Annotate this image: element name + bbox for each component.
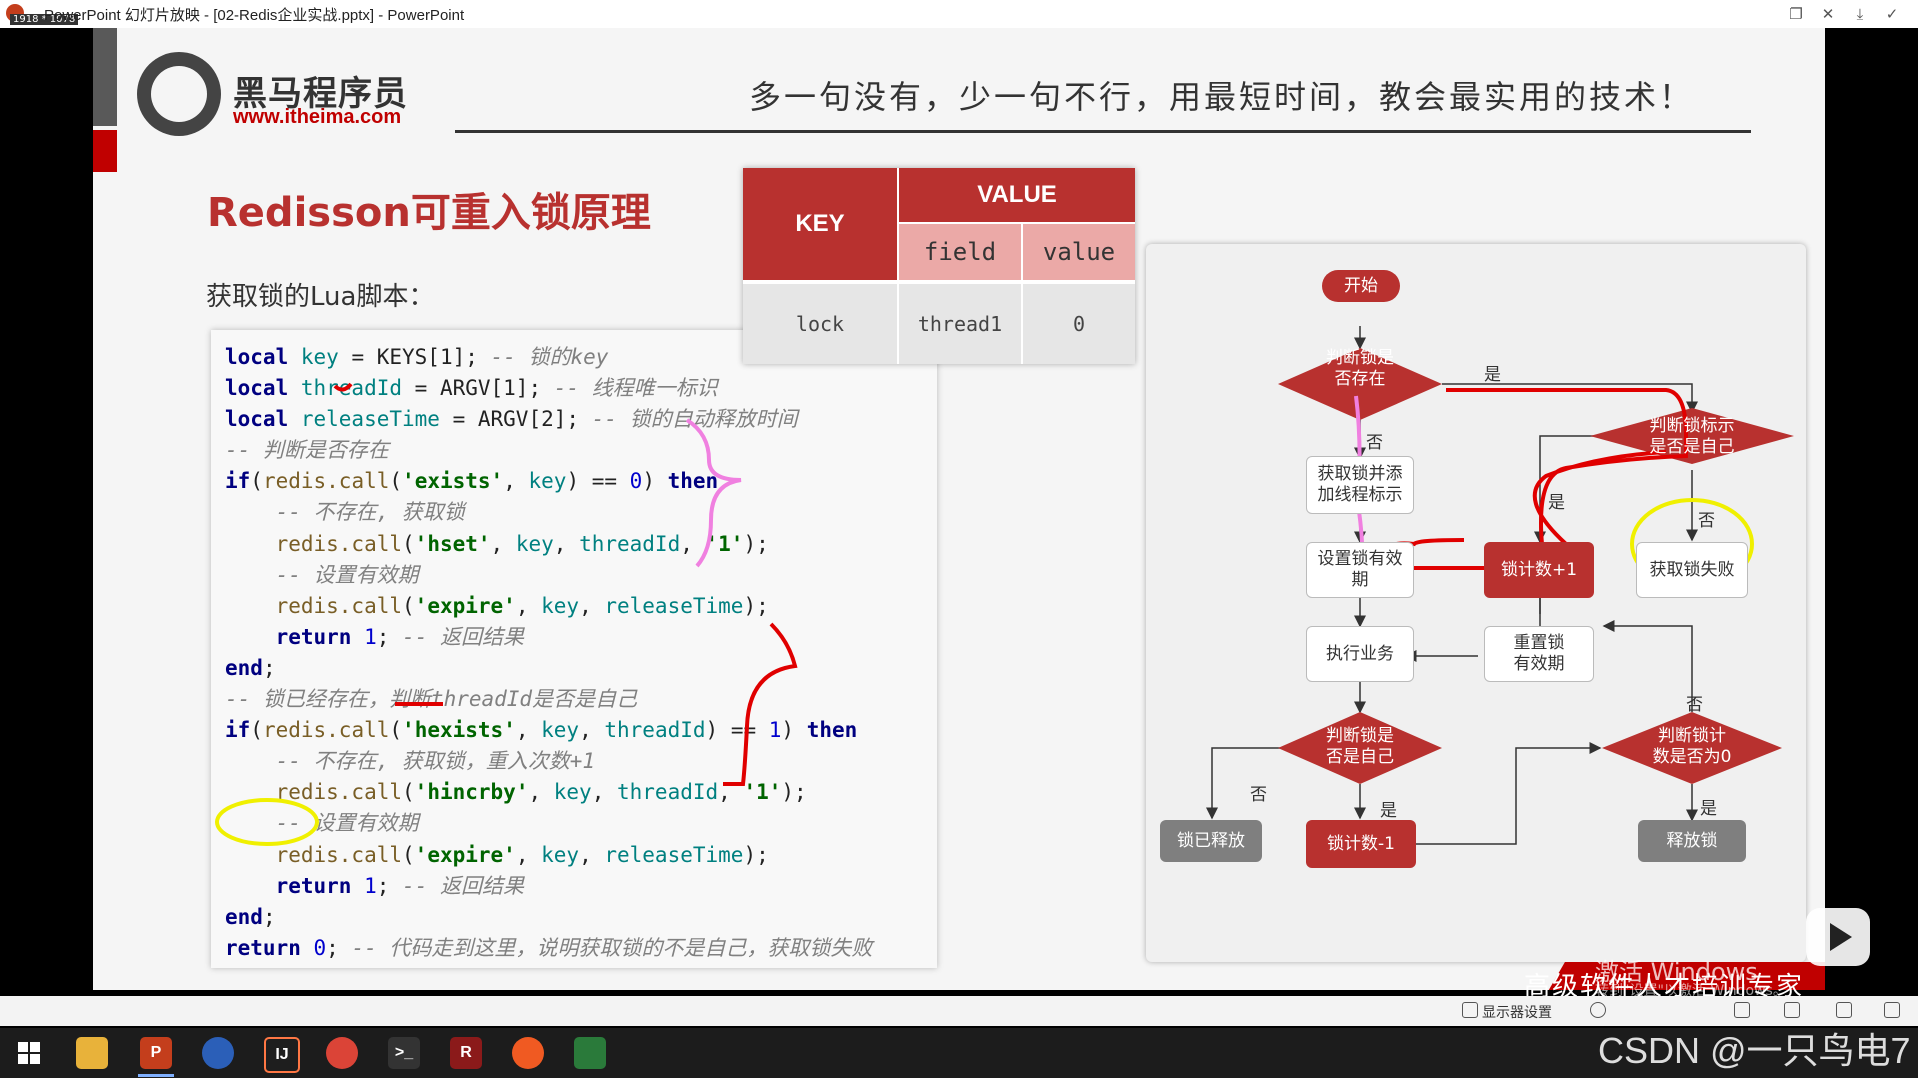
field-header: field	[899, 224, 1021, 280]
flow-fail: 获取锁失败	[1636, 542, 1748, 598]
slide-subtitle: 获取锁的Lua脚本：	[206, 282, 435, 312]
flow-decision-exists: 判断锁是 否存在	[1326, 348, 1394, 389]
display-settings-icon[interactable]	[1462, 1002, 1478, 1018]
label-no: 否	[1686, 695, 1703, 715]
accessibility-icon[interactable]	[1590, 1002, 1606, 1018]
slideshow-icon[interactable]	[1884, 1002, 1900, 1018]
flow-count-plus: 锁计数+1	[1484, 542, 1594, 598]
file-explorer-icon[interactable]	[76, 1037, 108, 1069]
flow-acquire-lock: 获取锁并添 加线程标示	[1306, 456, 1414, 514]
flowchart: 开始 判断锁是 否存在 获取锁并添 加线程标示 设置锁有效 期 判断锁标示 是否…	[1146, 244, 1806, 962]
slideshow-stage: 黑马程序员 www.itheima.com 多一句没有，少一句不行，用最短时间，…	[0, 28, 1918, 1002]
image-viewer-icon[interactable]	[574, 1037, 606, 1069]
reading-view-icon[interactable]	[1836, 1002, 1852, 1018]
play-icon[interactable]	[1806, 908, 1870, 966]
close-icon[interactable]: ✕	[1814, 4, 1842, 24]
label-yes: 是	[1700, 799, 1717, 819]
slogan: 多一句没有，少一句不行，用最短时间，教会最实用的技术！	[749, 78, 1695, 116]
flow-start: 开始	[1322, 270, 1400, 302]
cell-key: lock	[743, 284, 897, 364]
decor-bar	[93, 28, 117, 126]
active-indicator	[138, 1074, 174, 1077]
check-icon[interactable]: ✓	[1878, 4, 1906, 24]
restore-icon[interactable]: ❐	[1782, 4, 1810, 24]
header-divider	[455, 130, 1751, 133]
intellij-icon[interactable]: IJ	[264, 1037, 300, 1073]
label-yes: 是	[1484, 365, 1501, 385]
flow-reset-expire: 重置锁 有效期	[1484, 626, 1594, 682]
flow-execute: 执行业务	[1306, 626, 1414, 682]
label-no: 否	[1698, 511, 1715, 531]
value-header: VALUE	[899, 168, 1135, 222]
flow-decision-is-self: 判断锁是 否是自己	[1326, 726, 1394, 767]
postman-icon[interactable]	[512, 1037, 544, 1069]
flow-decision-zero: 判断锁计 数是否为0	[1652, 726, 1732, 767]
browser-icon[interactable]	[202, 1037, 234, 1069]
normal-view-icon[interactable]	[1734, 1002, 1750, 1018]
flow-set-expire: 设置锁有效 期	[1306, 542, 1414, 598]
cell-value: 0	[1023, 284, 1135, 364]
code-annotations	[215, 382, 798, 846]
csdn-watermark: CSDN @一只鸟电7	[1598, 1030, 1911, 1071]
key-header: KEY	[743, 168, 897, 280]
chrome-icon[interactable]	[326, 1037, 358, 1069]
hash-structure-table: KEY VALUE field value lock thread1 0	[743, 168, 1135, 364]
label-no: 否	[1250, 785, 1267, 805]
flow-released: 锁已释放	[1160, 820, 1262, 862]
display-settings-button[interactable]: 显示器设置	[1482, 1002, 1552, 1022]
redis-icon[interactable]: R	[450, 1037, 482, 1069]
label-yes: 是	[1380, 801, 1397, 821]
logo-url: www.itheima.com	[233, 106, 402, 128]
slide-sorter-icon[interactable]	[1784, 1002, 1800, 1018]
window-titlebar: 1918 * 1078 PowerPoint 幻灯片放映 - [02-Redis…	[0, 0, 1918, 29]
flow-decision-self: 判断锁标示 是否是自己	[1649, 416, 1735, 457]
horse-logo-icon	[137, 52, 221, 136]
flow-count-minus: 锁计数-1	[1306, 820, 1416, 868]
download-icon[interactable]: ⤓	[1846, 4, 1874, 24]
value-sub-header: value	[1023, 224, 1135, 280]
powerpoint-taskbar-icon[interactable]: P	[140, 1037, 172, 1069]
flow-release: 释放锁	[1638, 820, 1746, 862]
label-yes: 是	[1548, 493, 1565, 513]
slide: 黑马程序员 www.itheima.com 多一句没有，少一句不行，用最短时间，…	[93, 28, 1825, 990]
cell-field: thread1	[899, 284, 1021, 364]
terminal-icon[interactable]: >_	[388, 1037, 420, 1069]
slide-title: Redisson可重入锁原理	[207, 190, 651, 236]
windows-start-icon[interactable]	[18, 1042, 40, 1064]
window-title: PowerPoint 幻灯片放映 - [02-Redis企业实战.pptx] -…	[44, 7, 465, 24]
label-no: 否	[1366, 433, 1383, 453]
decor-bar-red	[93, 130, 117, 172]
lua-code-box: local key = KEYS[1]; -- 锁的key local threa…	[211, 330, 937, 968]
